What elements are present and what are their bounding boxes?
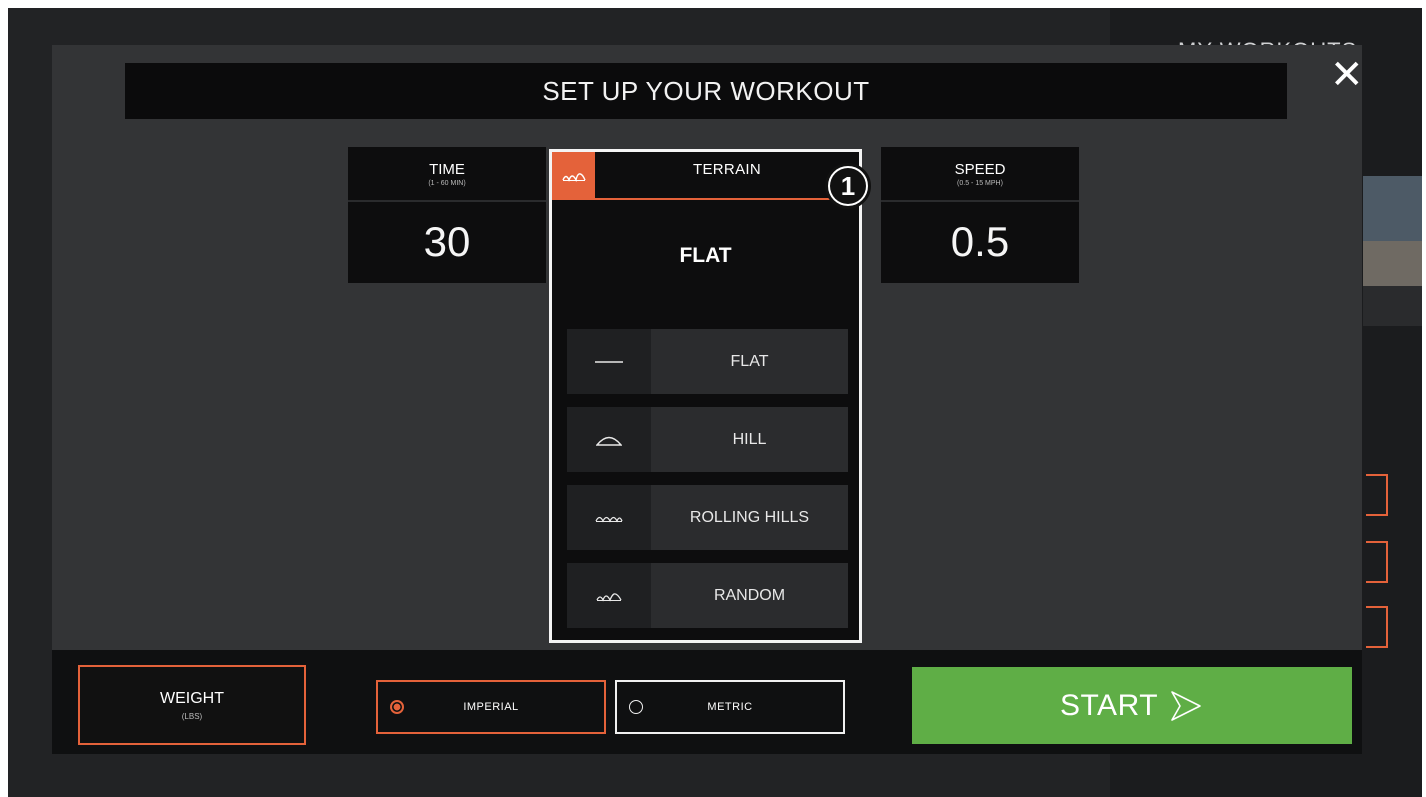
modal-title: SET UP YOUR WORKOUT bbox=[542, 75, 870, 106]
imperial-radio-option[interactable]: IMPERIAL bbox=[376, 680, 606, 734]
speed-card[interactable]: SPEED (0.5 - 15 MPH) 0.5 bbox=[881, 147, 1079, 283]
modal-header: SET UP YOUR WORKOUT bbox=[125, 63, 1287, 119]
hill-terrain-icon bbox=[567, 407, 651, 472]
terrain-header: TERRAIN bbox=[552, 152, 859, 200]
radio-selected-icon bbox=[390, 700, 404, 714]
start-label: START bbox=[1059, 688, 1159, 722]
sidebar-option-box bbox=[1366, 541, 1388, 583]
terrain-panel: TERRAIN FLAT FLAT HILL ROLLING HILLS RAN… bbox=[549, 149, 862, 643]
terrain-option-label: ROLLING HILLS bbox=[651, 485, 848, 550]
random-terrain-icon bbox=[552, 152, 595, 200]
sidebar-option-box bbox=[1366, 606, 1388, 648]
metric-radio-option[interactable]: METRIC bbox=[615, 680, 845, 734]
time-value[interactable]: 30 bbox=[348, 202, 546, 281]
terrain-option-label: FLAT bbox=[651, 329, 848, 394]
terrain-option-label: RANDOM bbox=[651, 563, 848, 628]
metric-label: METRIC bbox=[707, 701, 753, 713]
rolling-hills-icon bbox=[567, 485, 651, 550]
terrain-option-flat[interactable]: FLAT bbox=[567, 329, 848, 394]
terrain-label: TERRAIN bbox=[693, 161, 761, 178]
speed-label: SPEED bbox=[954, 160, 1006, 178]
play-arrow-icon bbox=[1171, 690, 1201, 721]
workout-thumbnail bbox=[1363, 176, 1422, 326]
random-terrain-icon bbox=[567, 563, 651, 628]
weight-button[interactable]: WEIGHT (LBS) bbox=[78, 665, 306, 745]
time-range: (1 - 60 MIN) bbox=[428, 179, 466, 187]
flat-terrain-icon bbox=[567, 329, 651, 394]
radio-unselected-icon bbox=[629, 700, 643, 714]
weight-label: WEIGHT bbox=[160, 689, 224, 707]
weight-unit: (LBS) bbox=[181, 711, 203, 721]
terrain-selected-value: FLAT bbox=[679, 244, 732, 267]
callout-badge: 1 bbox=[825, 163, 871, 209]
speed-value[interactable]: 0.5 bbox=[881, 202, 1079, 281]
terrain-option-rolling-hills[interactable]: ROLLING HILLS bbox=[567, 485, 848, 550]
terrain-option-label: HILL bbox=[651, 407, 848, 472]
imperial-label: IMPERIAL bbox=[463, 701, 519, 713]
time-label: TIME bbox=[429, 160, 465, 178]
callout-number: 1 bbox=[830, 168, 866, 204]
terrain-option-hill[interactable]: HILL bbox=[567, 407, 848, 472]
sidebar-option-box bbox=[1366, 474, 1388, 516]
terrain-option-random[interactable]: RANDOM bbox=[567, 563, 848, 628]
start-button[interactable]: START bbox=[912, 667, 1352, 744]
time-card[interactable]: TIME (1 - 60 MIN) 30 bbox=[348, 147, 546, 283]
close-icon[interactable]: ✕ bbox=[1330, 55, 1364, 95]
speed-range: (0.5 - 15 MPH) bbox=[957, 179, 1003, 187]
